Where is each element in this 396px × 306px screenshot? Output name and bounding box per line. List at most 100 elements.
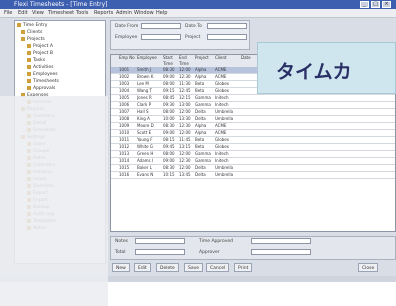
table-cell[interactable]: Delta (195, 116, 213, 122)
table-cell[interactable]: Alpha (195, 123, 213, 129)
table-cell[interactable] (241, 158, 259, 164)
table-cell[interactable] (261, 102, 275, 108)
tree-item[interactable]: Time Entry (17, 22, 47, 29)
table-cell[interactable] (309, 123, 389, 129)
table-cell[interactable]: Globex (215, 144, 237, 150)
table-cell[interactable] (277, 165, 307, 171)
menu-view[interactable]: View (32, 9, 44, 17)
tree-item[interactable]: Project A (27, 43, 53, 50)
table-cell[interactable]: 09:00 (163, 158, 177, 164)
table-cell[interactable]: King A (137, 116, 161, 122)
table-cell[interactable] (241, 109, 259, 115)
table-row[interactable]: 1014 Adams I 09:00 12:30 Gamma Initech (111, 158, 395, 165)
table-cell[interactable] (261, 165, 275, 171)
menu-window[interactable]: Window (134, 9, 154, 17)
table-cell[interactable]: Delta (195, 172, 213, 178)
table-cell[interactable]: Gamma (195, 158, 213, 164)
tree-item[interactable]: Approvals (27, 85, 55, 92)
table-cell[interactable]: 12:00 (179, 165, 193, 171)
table-row[interactable]: 1016 Evans N 10:15 13:45 Delta Umbrella (111, 172, 395, 179)
table-cell[interactable] (309, 165, 389, 171)
table-cell[interactable] (241, 165, 259, 171)
table-cell[interactable]: Delta (195, 109, 213, 115)
table-cell[interactable]: 1014 (119, 158, 135, 164)
delete-button[interactable]: Delete (156, 263, 179, 272)
new-button[interactable]: New (112, 263, 130, 272)
table-row[interactable]: 1008 King A 10:00 13:30 Delta Umbrella (111, 116, 395, 123)
table-cell[interactable]: Globex (215, 81, 237, 87)
table-cell[interactable]: Evans N (137, 172, 161, 178)
table-cell[interactable] (241, 123, 259, 129)
table-row[interactable]: 1013 Green H 08:00 12:00 Gamma Initech (111, 151, 395, 158)
table-cell[interactable]: 09:30 (163, 102, 177, 108)
print-button[interactable]: Print (234, 263, 253, 272)
table-cell[interactable]: Scott E (137, 130, 161, 136)
table-cell[interactable] (261, 116, 275, 122)
table-cell[interactable]: Hall S (137, 109, 161, 115)
table-row[interactable]: 1007 Hall S 08:00 12:00 Delta Umbrella (111, 109, 395, 116)
table-cell[interactable]: Initech (215, 95, 237, 101)
table-cell[interactable] (277, 123, 307, 129)
table-cell[interactable]: Delta (195, 165, 213, 171)
table-cell[interactable] (277, 102, 307, 108)
table-cell[interactable]: 1015 (119, 165, 135, 171)
menu-timesheet[interactable]: Timesheet (48, 9, 74, 17)
table-cell[interactable]: 08:30 (163, 123, 177, 129)
menu-admin[interactable]: Admin (116, 9, 132, 17)
table-cell[interactable]: 12:15 (179, 95, 193, 101)
tree-item[interactable]: Employees (27, 71, 58, 78)
table-cell[interactable] (261, 109, 275, 115)
table-cell[interactable] (309, 137, 389, 143)
column-header[interactable]: Project (195, 55, 213, 67)
table-cell[interactable] (309, 151, 389, 157)
table-cell[interactable]: 08:30 (163, 67, 177, 73)
table-cell[interactable]: Clark P (137, 102, 161, 108)
table-cell[interactable] (277, 151, 307, 157)
tree-item[interactable]: Clients (21, 29, 42, 36)
table-cell[interactable]: 1016 (119, 172, 135, 178)
table-cell[interactable]: Umbrella (215, 172, 237, 178)
table-cell[interactable] (277, 144, 307, 150)
table-cell[interactable] (277, 116, 307, 122)
table-cell[interactable]: ACME (215, 67, 237, 73)
table-cell[interactable]: Green H (137, 151, 161, 157)
column-header[interactable]: Client (215, 55, 237, 67)
maximize-button[interactable]: □ (371, 1, 380, 8)
table-cell[interactable]: 13:30 (179, 116, 193, 122)
table-cell[interactable]: 11:45 (179, 137, 193, 143)
tree-item[interactable]: Activities (27, 64, 54, 71)
table-cell[interactable]: 12:00 (179, 130, 193, 136)
table-cell[interactable]: Jones R (137, 95, 161, 101)
table-cell[interactable] (261, 123, 275, 129)
table-cell[interactable]: Adams I (137, 158, 161, 164)
table-cell[interactable] (309, 158, 389, 164)
table-cell[interactable] (241, 130, 259, 136)
column-header[interactable]: Start Time (163, 55, 177, 67)
table-cell[interactable]: 10:15 (163, 172, 177, 178)
table-cell[interactable]: 12:00 (179, 67, 193, 73)
table-cell[interactable]: Young F (137, 137, 161, 143)
table-cell[interactable]: 1008 (119, 116, 135, 122)
table-cell[interactable]: 08:15 (163, 137, 177, 143)
project-select[interactable] (207, 34, 247, 40)
table-cell[interactable]: 12:30 (179, 74, 193, 80)
table-cell[interactable] (261, 144, 275, 150)
table-cell[interactable] (309, 172, 389, 178)
table-cell[interactable]: 08:30 (163, 165, 177, 171)
table-cell[interactable] (277, 172, 307, 178)
table-cell[interactable]: Beta (195, 81, 213, 87)
table-cell[interactable]: Brown K (137, 74, 161, 80)
table-cell[interactable] (241, 172, 259, 178)
menu-file[interactable]: File (4, 9, 12, 17)
total-input[interactable] (135, 249, 185, 255)
table-cell[interactable]: 1005 (119, 95, 135, 101)
table-cell[interactable]: Alpha (195, 67, 213, 73)
table-cell[interactable]: 08:00 (163, 151, 177, 157)
tree-item[interactable]: Project B (27, 50, 53, 57)
table-cell[interactable]: Gamma (195, 95, 213, 101)
table-row[interactable]: 1010 Scott E 09:00 12:00 Alpha ACME (111, 130, 395, 137)
table-cell[interactable]: 13:45 (179, 172, 193, 178)
table-row[interactable]: 1015 Baker L 08:30 12:00 Delta Umbrella (111, 165, 395, 172)
table-cell[interactable]: 1001 (119, 67, 135, 73)
table-cell[interactable] (277, 158, 307, 164)
